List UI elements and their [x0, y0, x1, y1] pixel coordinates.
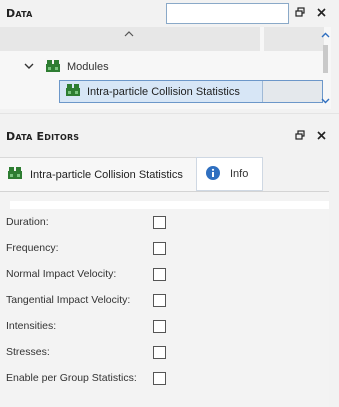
property-row-enable-per-group-statistics: Enable per Group Statistics: [0, 368, 329, 388]
property-row-duration: Duration: [0, 212, 329, 232]
tree-item-value-cell[interactable] [263, 81, 322, 102]
property-label: Normal Impact Velocity: [6, 268, 117, 280]
frequency-checkbox[interactable] [153, 241, 166, 255]
property-row-frequency: Frequency: [0, 238, 329, 258]
tangential-impact-velocity-checkbox[interactable] [153, 293, 166, 307]
property-row-normal-impact-velocity: Normal Impact Velocity: [0, 264, 329, 284]
normal-impact-velocity-checkbox[interactable] [153, 267, 166, 281]
tree-item-modules[interactable]: Modules [24, 56, 109, 78]
property-label: Intensities: [6, 320, 57, 332]
tree-column-header-value[interactable] [264, 27, 324, 51]
property-label: Duration: [6, 216, 49, 228]
property-label: Stresses: [6, 346, 50, 358]
close-icon[interactable] [313, 4, 329, 20]
sort-ascending-icon [124, 28, 134, 40]
editors-panel-title: Data Editors [6, 130, 80, 143]
data-search-input[interactable] [166, 3, 289, 24]
chevron-down-icon[interactable] [24, 61, 36, 73]
float-panel-icon[interactable] [292, 4, 308, 20]
tree-item-label: Modules [67, 61, 109, 73]
tree-column-header-name[interactable] [0, 27, 260, 51]
close-icon[interactable] [313, 127, 329, 143]
tab-label: Info [230, 168, 249, 180]
property-row-tangential-impact-velocity: Tangential Impact Velocity: [0, 290, 329, 310]
tab-intra-particle-collision-statistics[interactable]: Intra-particle Collision Statistics [0, 157, 196, 191]
property-row-stresses: Stresses: [0, 342, 329, 362]
module-icon [8, 167, 22, 182]
data-panel-title: Data [6, 7, 33, 20]
property-label: Tangential Impact Velocity: [6, 294, 131, 306]
tree-vertical-scrollbar[interactable] [320, 27, 331, 109]
enable-per-group-statistics-checkbox[interactable] [153, 371, 166, 385]
scrollbar-thumb[interactable] [323, 45, 328, 73]
tab-label: Intra-particle Collision Statistics [30, 168, 183, 181]
editor-tabs: Intra-particle Collision Statistics Info [0, 157, 339, 191]
stresses-checkbox[interactable] [153, 345, 166, 359]
module-icon [66, 84, 80, 99]
tree-item-intra-particle-collision-statistics[interactable]: Intra-particle Collision Statistics [59, 80, 323, 103]
scroll-down-icon[interactable] [321, 95, 330, 107]
property-label: Enable per Group Statistics: [6, 372, 137, 384]
scroll-up-icon[interactable] [321, 29, 330, 41]
modules-icon [46, 59, 60, 75]
data-panel-header: Data [0, 0, 339, 26]
property-label: Frequency: [6, 242, 59, 254]
tree-item-label: Intra-particle Collision Statistics [87, 85, 240, 98]
float-panel-icon[interactable] [292, 127, 308, 143]
panel-divider [0, 113, 339, 114]
editor-content-band [10, 201, 329, 209]
intensities-checkbox[interactable] [153, 319, 166, 333]
tab-info[interactable]: Info [196, 157, 263, 191]
info-icon [206, 165, 220, 183]
property-row-intensities: Intensities: [0, 316, 329, 336]
data-tree: Modules Intra-particle Collision Statist… [0, 27, 331, 109]
editors-panel-header: Data Editors [0, 123, 339, 149]
duration-checkbox[interactable] [153, 215, 166, 229]
